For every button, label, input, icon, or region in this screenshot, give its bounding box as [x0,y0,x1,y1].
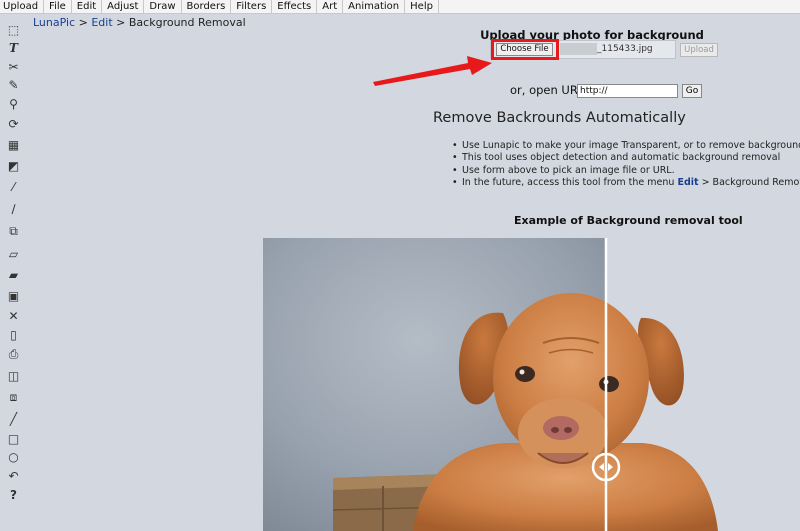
breadcrumb-edit-link[interactable]: Edit [91,16,112,29]
open-folder-icon[interactable]: ▰ [5,266,22,283]
breadcrumb-separator: > [112,16,129,29]
list-item: Use Lunapic to make your image Transpare… [452,140,800,153]
edit-menu-link[interactable]: Edit [677,177,698,188]
scissors-icon[interactable]: ✂ [5,58,22,75]
crop-icon[interactable]: ⧉ [5,222,22,239]
breadcrumb-separator: > [75,16,92,29]
eyedropper-icon[interactable]: ⁄ [5,178,22,195]
text-tool-icon[interactable]: T [5,39,22,56]
menu-draw[interactable]: Draw [144,0,182,14]
go-button[interactable]: Go [682,84,702,98]
puppy-illustration [263,238,800,531]
menu-adjust[interactable]: Adjust [102,0,145,14]
upload-button[interactable]: Upload [680,43,718,57]
instructions-list: Use Lunapic to make your image Transpare… [452,140,800,189]
save-icon[interactable]: ▣ [5,287,22,304]
rotate-icon[interactable]: ⟳ [5,115,22,132]
menu-upload[interactable]: Upload [0,0,45,14]
list-item-text: In the future, access this tool from the… [462,176,678,188]
menu-edit[interactable]: Edit [72,0,103,14]
canvas-icon[interactable]: ▦ [5,136,22,153]
list-item-text: > Background Removal [701,176,800,188]
undo-icon[interactable]: ↶ [5,467,22,484]
rectangle-icon[interactable]: □ [5,430,22,447]
menu-art[interactable]: Art [317,0,344,14]
menu-effects[interactable]: Effects [272,0,318,14]
url-label: or, open URL [510,83,585,97]
line-icon[interactable]: ╱ [5,410,22,427]
pencil-icon[interactable]: ✎ [5,76,22,93]
example-title: Example of Background removal tool [514,214,743,227]
print-icon[interactable]: ⎙ [5,345,22,362]
menubar: Upload File Edit Adjust Draw Borders Fil… [0,0,800,14]
copy-icon[interactable]: ⧈ [5,388,22,405]
paint-bucket-icon[interactable]: ◩ [5,157,22,174]
list-item: This tool uses object detection and auto… [452,152,800,165]
url-input[interactable] [577,84,678,98]
tool-palette: ⬚ T ✂ ✎ ⚲ ⟳ ▦ ◩ ⁄ ∕ ⧉ ▱ ▰ ▣ ✕ ▯ ⎙ ◫ ⧈ ╱ … [0,14,28,531]
marquee-select-icon[interactable]: ⬚ [5,21,22,38]
layers-icon[interactable]: ◫ [5,367,22,384]
close-icon[interactable]: ✕ [5,307,22,324]
menu-file[interactable]: File [44,0,72,14]
breadcrumb: LunaPic > Edit > Background Removal [33,16,246,29]
circle-icon[interactable]: ○ [5,448,22,465]
selected-filename: _115433.jpg [597,44,653,54]
menu-animation[interactable]: Animation [343,0,406,14]
menu-help[interactable]: Help [405,0,439,14]
menu-filters[interactable]: Filters [231,0,273,14]
zoom-icon[interactable]: ⚲ [5,95,22,112]
new-file-icon[interactable]: ▯ [5,326,22,343]
brush-icon[interactable]: ∕ [5,200,22,217]
list-item: Use form above to pick an image file or … [452,165,800,178]
breadcrumb-current: Background Removal [128,16,246,29]
eraser-icon[interactable]: ▱ [5,245,22,262]
menu-borders[interactable]: Borders [182,0,232,14]
red-arrow-annotation [373,56,492,86]
page-title: Remove Backrounds Automatically [433,110,686,126]
filename-redaction [560,43,597,55]
list-item: In the future, access this tool from the… [452,176,800,190]
highlight-box [491,39,559,60]
example-image [263,238,800,531]
breadcrumb-home-link[interactable]: LunaPic [33,16,75,29]
help-icon[interactable]: ? [5,486,22,503]
